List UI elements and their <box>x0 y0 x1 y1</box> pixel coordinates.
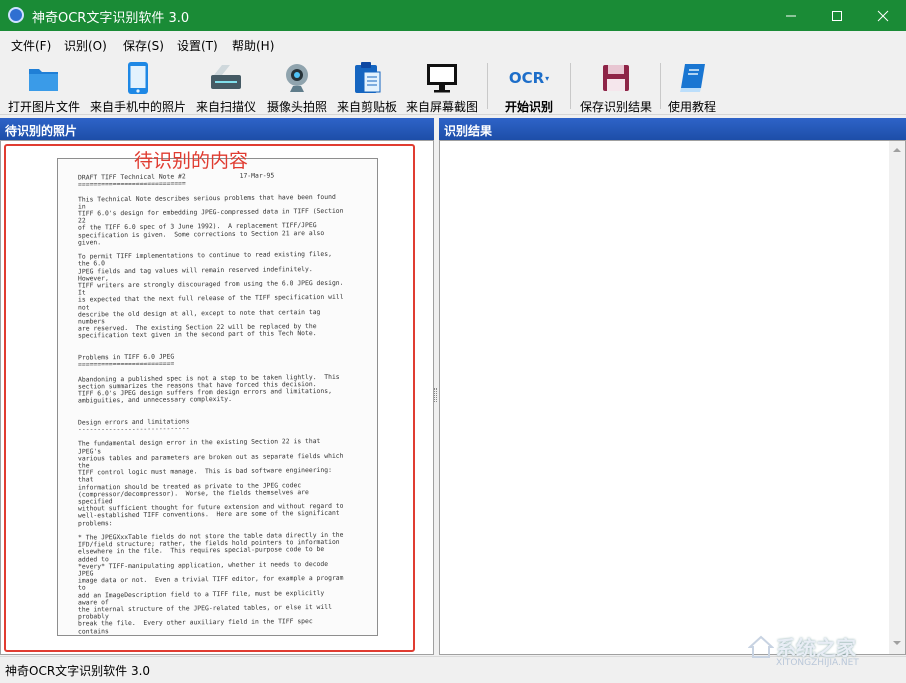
menu-recognize[interactable]: 识别(O) <box>64 37 107 54</box>
tool-label: 来自屏幕截图 <box>405 100 478 114</box>
recognition-area-highlight <box>4 144 415 652</box>
book-icon <box>675 61 709 95</box>
scanner-icon <box>209 61 243 95</box>
from-screenshot-button[interactable]: 来自屏幕截图 <box>404 57 480 115</box>
tool-label: 摄像头拍照 <box>266 100 327 114</box>
menu-bar: 文件(F) 识别(O) 保存(S) 设置(T) 帮助(H) <box>0 31 906 57</box>
ocr-icon: OCR ▾ <box>508 61 550 95</box>
result-scrollbar[interactable] <box>889 141 905 654</box>
house-logo-icon <box>748 635 774 658</box>
menu-save[interactable]: 保存(S) <box>123 37 164 54</box>
maximize-icon <box>832 10 842 21</box>
webcam-button[interactable]: 摄像头拍照 <box>263 57 331 115</box>
status-text: 神奇OCR文字识别软件 3.0 <box>5 664 151 678</box>
toolbar: 打开图片文件 来自手机中的照片 来自扫描仪 摄像头拍照 来自剪贴板 来自屏幕截图… <box>0 57 906 115</box>
annotation-label: 待识别的内容 <box>134 150 249 172</box>
scroll-up-icon[interactable] <box>893 148 901 152</box>
watermark-brand: 系统之家 <box>776 636 856 660</box>
window-title: 神奇OCR文字识别软件 3.0 <box>32 11 190 26</box>
tool-label: 来自扫描仪 <box>195 100 256 114</box>
tutorial-button[interactable]: 使用教程 <box>664 57 720 115</box>
close-button[interactable] <box>860 0 906 31</box>
toolbar-separator <box>487 63 488 109</box>
toolbar-separator <box>660 63 661 109</box>
result-text-area[interactable] <box>439 140 906 655</box>
menu-settings[interactable]: 设置(T) <box>177 37 218 54</box>
menu-file[interactable]: 文件(F) <box>11 37 51 54</box>
tool-label: 来自剪贴板 <box>336 100 397 114</box>
close-icon <box>877 10 889 21</box>
title-bar: 神奇OCR文字识别软件 3.0 <box>0 0 906 31</box>
left-panel-header: 待识别的照片 <box>0 118 434 140</box>
open-image-button[interactable]: 打开图片文件 <box>6 57 82 115</box>
minimize-icon <box>786 15 796 16</box>
minimize-button[interactable] <box>768 0 814 31</box>
dropdown-arrow-icon: ▾ <box>545 73 550 83</box>
app-icon <box>8 7 24 23</box>
tool-label: 来自手机中的照片 <box>89 100 186 114</box>
right-panel-header: 识别结果 <box>439 118 906 140</box>
menu-help[interactable]: 帮助(H) <box>232 37 274 54</box>
from-phone-button[interactable]: 来自手机中的照片 <box>88 57 188 115</box>
panel-splitter[interactable] <box>434 388 437 402</box>
phone-icon <box>121 61 155 95</box>
maximize-button[interactable] <box>814 0 860 31</box>
toolbar-separator <box>570 63 571 109</box>
from-scanner-button[interactable]: 来自扫描仪 <box>193 57 259 115</box>
monitor-icon <box>425 61 459 95</box>
from-clipboard-button[interactable]: 来自剪贴板 <box>334 57 400 115</box>
folder-icon <box>27 61 61 95</box>
tool-label: 开始识别 <box>504 100 553 114</box>
tool-label: 保存识别结果 <box>579 100 652 114</box>
save-result-button[interactable]: 保存识别结果 <box>577 57 655 115</box>
clipboard-icon <box>350 61 384 95</box>
webcam-icon <box>280 61 314 95</box>
save-icon <box>599 61 633 95</box>
watermark-logo: 系统之家 XITONGZHIJIA.NET <box>748 630 898 670</box>
watermark-url: XITONGZHIJIA.NET <box>776 658 859 668</box>
start-recognition-button[interactable]: OCR ▾ 开始识别 <box>496 57 562 115</box>
ocr-icon-text: OCR <box>508 69 545 87</box>
tool-label: 打开图片文件 <box>7 100 80 114</box>
tool-label: 使用教程 <box>667 100 716 114</box>
